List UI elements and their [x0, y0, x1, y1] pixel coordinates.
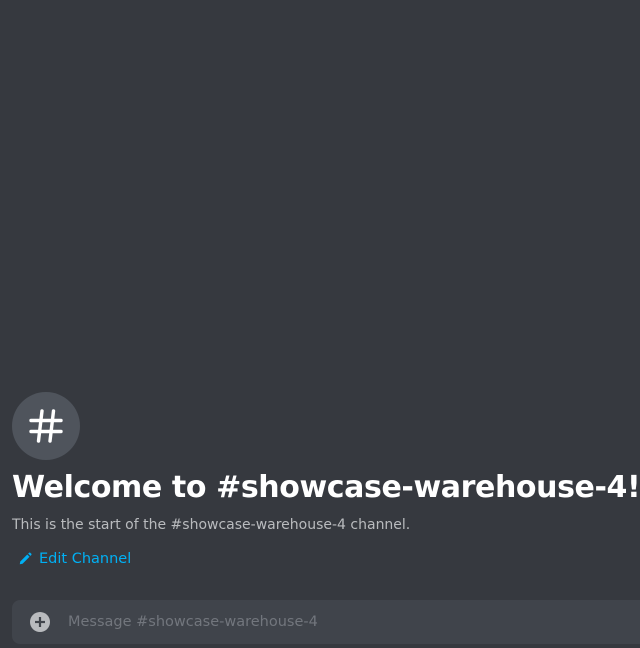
message-input[interactable]: [68, 600, 628, 644]
hashtag-icon: [29, 409, 63, 443]
edit-channel-link[interactable]: Edit Channel: [18, 549, 131, 569]
message-composer: [12, 600, 640, 644]
pencil-icon: [19, 552, 32, 565]
chat-view: Welcome to #showcase-warehouse-4! This i…: [0, 0, 640, 648]
welcome-subtitle: This is the start of the #showcase-wareh…: [12, 517, 411, 533]
edit-channel-label: Edit Channel: [39, 551, 132, 567]
channel-avatar: [12, 392, 80, 460]
attach-button[interactable]: [30, 612, 50, 632]
plus-circle-icon: [35, 617, 45, 627]
welcome-title: Welcome to #showcase-warehouse-4!: [12, 470, 640, 505]
